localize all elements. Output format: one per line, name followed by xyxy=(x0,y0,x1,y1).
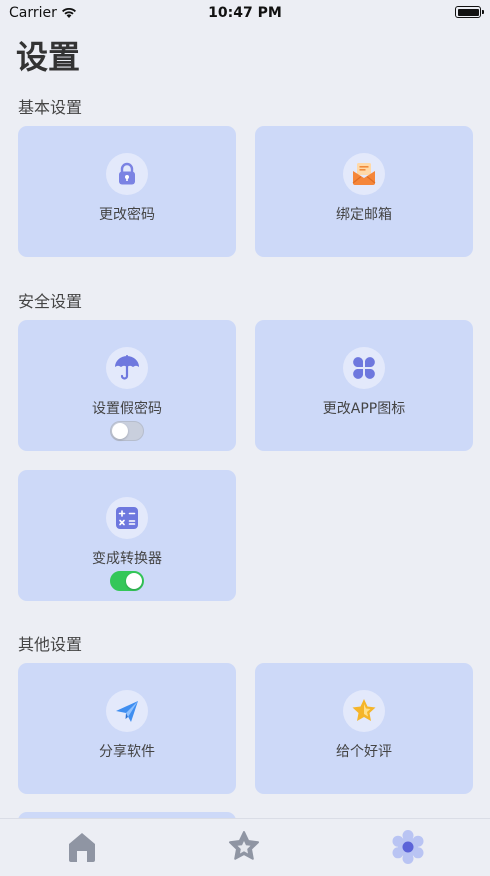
calculator-disguise-label: 变成转换器 xyxy=(92,551,162,567)
tab-favorites[interactable] xyxy=(224,827,264,867)
share-app-label: 分享软件 xyxy=(99,744,155,760)
umbrella-icon xyxy=(106,347,148,389)
paper-plane-icon xyxy=(106,690,148,732)
mail-icon xyxy=(343,153,385,195)
star-icon xyxy=(229,831,259,860)
gear-icon xyxy=(392,830,424,864)
calculator-icon xyxy=(106,497,148,539)
change-app-icon-label: 更改APP图标 xyxy=(322,401,406,417)
home-icon xyxy=(69,833,95,862)
fake-password-label: 设置假密码 xyxy=(92,401,162,417)
fake-password-card[interactable]: 设置假密码 xyxy=(18,320,236,451)
battery-icon xyxy=(455,6,484,18)
bind-email-label: 绑定邮箱 xyxy=(336,207,392,223)
calculator-disguise-toggle[interactable] xyxy=(110,571,144,591)
section-title-security: 安全设置 xyxy=(18,292,83,311)
clock-time: 10:47 PM xyxy=(208,5,282,21)
toggle-knob xyxy=(112,423,128,439)
calculator-disguise-card[interactable]: 变成转换器 xyxy=(18,470,236,601)
change-password-label: 更改密码 xyxy=(99,207,155,223)
page-title: 设置 xyxy=(16,38,81,76)
section-title-other: 其他设置 xyxy=(18,635,83,654)
fake-password-toggle[interactable] xyxy=(110,421,144,441)
tab-bar xyxy=(0,818,490,876)
change-app-icon-card[interactable]: 更改APP图标 xyxy=(255,320,473,451)
tab-settings[interactable] xyxy=(388,827,428,867)
bind-email-card[interactable]: 绑定邮箱 xyxy=(255,126,473,257)
tab-home[interactable] xyxy=(62,827,102,867)
clover-icon xyxy=(343,347,385,389)
status-bar: Carrier 10:47 PM xyxy=(0,0,490,26)
star-icon xyxy=(343,690,385,732)
rate-app-card[interactable]: 给个好评 xyxy=(255,663,473,794)
section-title-basic: 基本设置 xyxy=(18,98,83,117)
rate-app-label: 给个好评 xyxy=(336,744,392,760)
lock-icon xyxy=(106,153,148,195)
share-app-card[interactable]: 分享软件 xyxy=(18,663,236,794)
toggle-knob xyxy=(126,573,142,589)
change-password-card[interactable]: 更改密码 xyxy=(18,126,236,257)
